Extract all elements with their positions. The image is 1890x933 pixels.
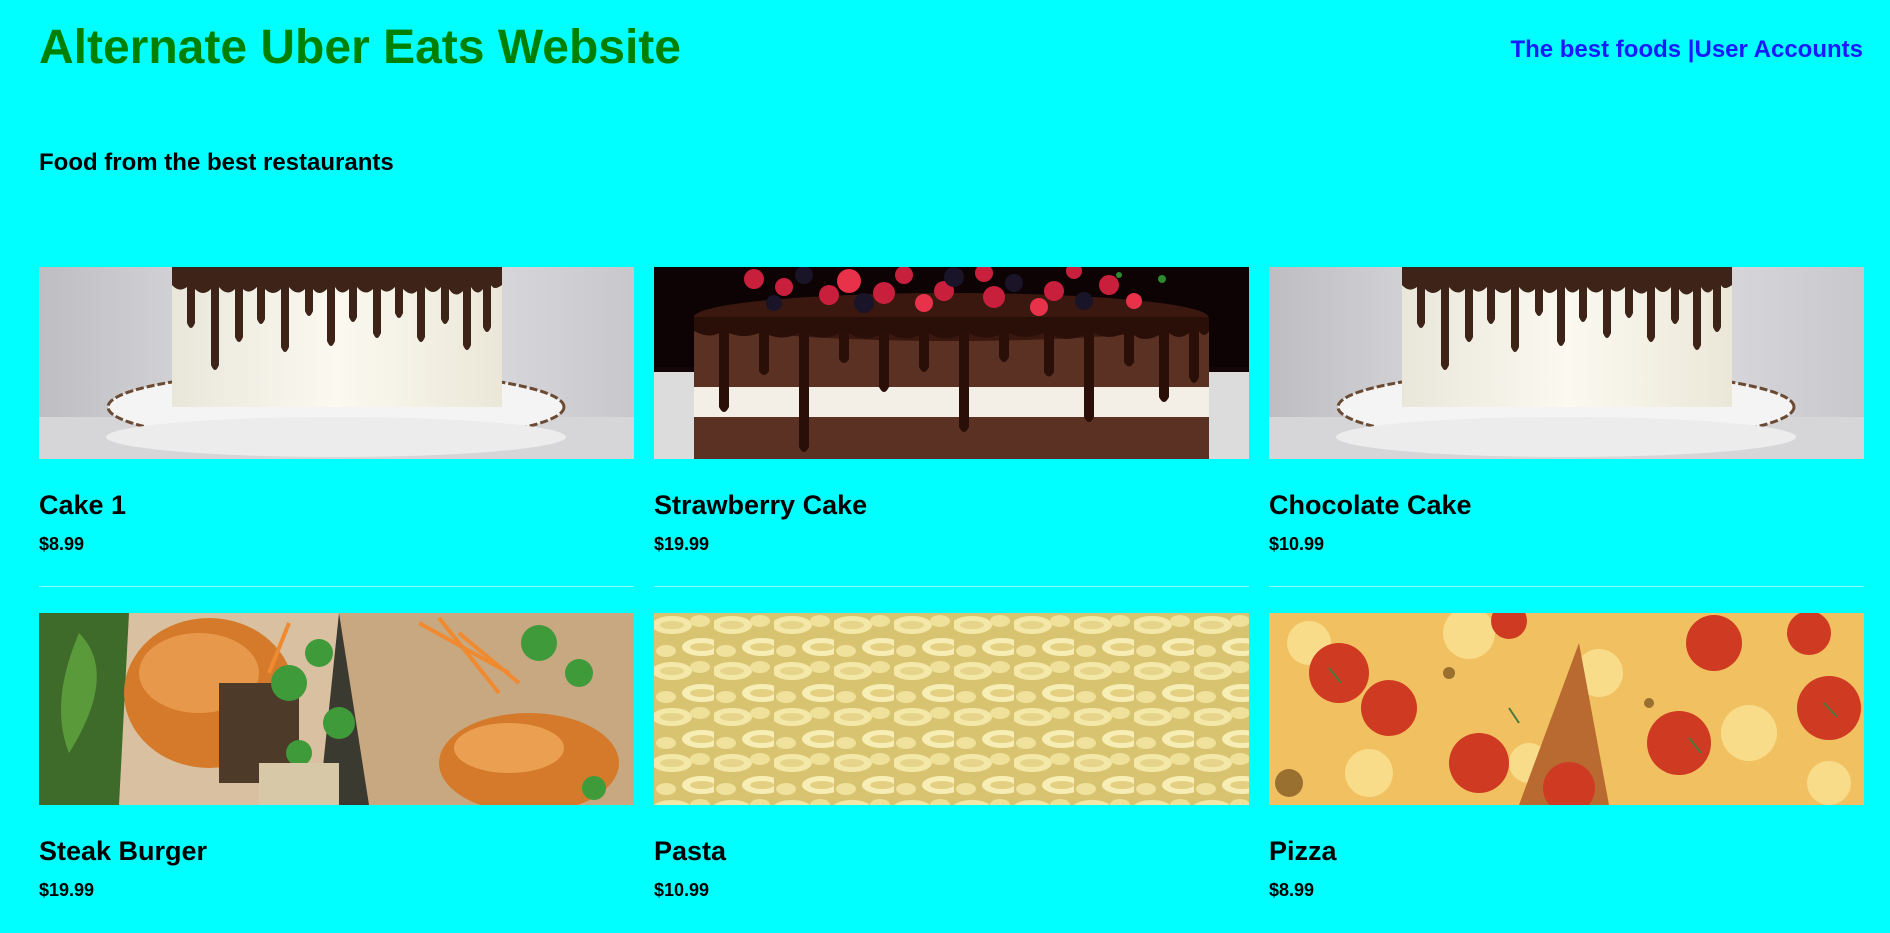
card-divider	[1269, 586, 1864, 587]
food-card[interactable]: Strawberry Cake $19.99	[654, 267, 1249, 587]
food-card[interactable]: Pasta $10.99	[654, 613, 1249, 933]
food-price: $8.99	[39, 534, 85, 554]
food-image-berry-cake[interactable]	[654, 267, 1249, 459]
food-card[interactable]: Chocolate Cake $10.99	[1269, 267, 1864, 587]
food-price: $19.99	[39, 880, 95, 900]
food-name[interactable]: Steak Burger	[39, 835, 207, 867]
card-divider	[39, 586, 634, 587]
food-price: $19.99	[654, 534, 710, 554]
food-price: $10.99	[1269, 534, 1325, 554]
site-title: Alternate Uber Eats Website	[39, 21, 681, 74]
page-tagline: Food from the best restaurants	[39, 149, 394, 176]
food-name[interactable]: Chocolate Cake	[1269, 489, 1472, 521]
food-name[interactable]: Pasta	[654, 835, 726, 867]
food-name[interactable]: Strawberry Cake	[654, 489, 867, 521]
site-header: Alternate Uber Eats Website The best foo…	[39, 20, 1863, 80]
food-image-burger[interactable]	[39, 613, 634, 805]
top-nav: The best foods |User Accounts	[1510, 35, 1863, 65]
nav-link-best-foods[interactable]: The best foods |	[1510, 36, 1694, 63]
food-card[interactable]: Steak Burger $19.99	[39, 613, 634, 933]
food-image-pasta[interactable]	[654, 613, 1249, 805]
food-price: $10.99	[654, 880, 710, 900]
food-name[interactable]: Cake 1	[39, 489, 126, 521]
food-image-drip-cake[interactable]	[39, 267, 634, 459]
food-price: $8.99	[1269, 880, 1315, 900]
card-divider	[654, 586, 1249, 587]
food-grid: Cake 1 $8.99 Strawberry Cake $19.99 Choc…	[39, 267, 1864, 933]
food-image-pizza[interactable]	[1269, 613, 1864, 805]
nav-link-user-accounts[interactable]: User Accounts	[1695, 36, 1864, 63]
food-name[interactable]: Pizza	[1269, 835, 1337, 867]
food-image-drip-cake[interactable]	[1269, 267, 1864, 459]
food-card[interactable]: Cake 1 $8.99	[39, 267, 634, 587]
food-card[interactable]: Pizza $8.99	[1269, 613, 1864, 933]
